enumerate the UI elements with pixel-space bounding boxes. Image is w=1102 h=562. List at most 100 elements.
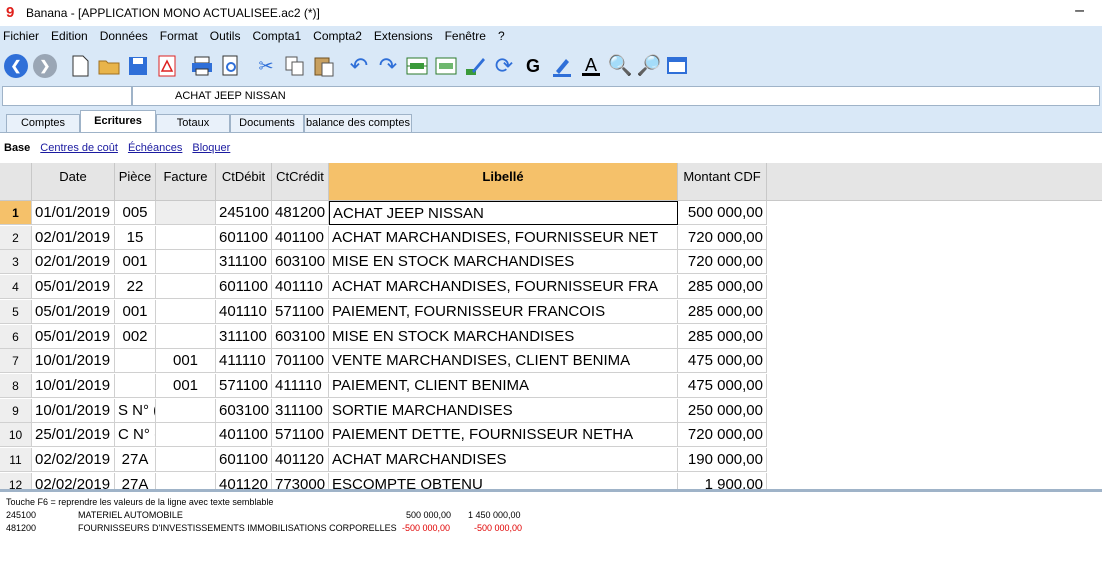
cell-ctcredit[interactable]: 411110	[272, 373, 329, 398]
column-header-libelle[interactable]: Libellé	[329, 163, 678, 201]
paste-icon[interactable]	[312, 54, 336, 78]
column-header-date[interactable]: Date	[32, 163, 115, 201]
window-icon[interactable]	[666, 54, 690, 78]
menu-edition[interactable]: Edition	[51, 29, 88, 43]
cell-facture[interactable]	[156, 225, 216, 250]
bold-icon[interactable]: G	[521, 54, 545, 78]
cell-ctcredit[interactable]: 603100	[272, 250, 329, 275]
cell-ctdebit[interactable]: 603100	[216, 398, 272, 423]
cell-ctdebit[interactable]: 401110	[216, 299, 272, 324]
cell-facture[interactable]: 001	[156, 373, 216, 398]
copy-icon[interactable]	[283, 54, 307, 78]
cell-piece[interactable]: C N° (	[115, 423, 156, 448]
cell-date[interactable]: 02/01/2019	[32, 250, 115, 275]
cell-libelle[interactable]: PAIEMENT DETTE, FOURNISSEUR NETHA	[329, 423, 678, 448]
cell-piece[interactable]: 27A	[115, 472, 156, 489]
cell-libelle[interactable]: ACHAT MARCHANDISES, FOURNISSEUR NET	[329, 225, 678, 250]
view-centres-de-cout[interactable]: Centres de coût	[40, 142, 118, 154]
cell-piece[interactable]	[115, 373, 156, 398]
cell-facture[interactable]	[156, 299, 216, 324]
table-row[interactable]: 7 10/01/2019 001 411110 701100 VENTE MARCHAND…	[0, 349, 767, 374]
table-row[interactable]: 2 02/01/2019 15 601100 401100 ACHAT MARCHANDI…	[0, 225, 767, 250]
cell-libelle[interactable]: ACHAT MARCHANDISES	[329, 448, 678, 472]
cell-montant[interactable]: 720 000,00	[678, 423, 767, 448]
cell-date[interactable]: 01/01/2019	[32, 201, 115, 225]
cell-date[interactable]: 02/01/2019	[32, 225, 115, 250]
pdf-icon[interactable]	[155, 54, 179, 78]
cell-ctcredit[interactable]: 401120	[272, 448, 329, 472]
table-row[interactable]: 9 10/01/2019 S N° (603100 311100 SORTIE MARC…	[0, 398, 767, 423]
cell-piece[interactable]: 005	[115, 201, 156, 225]
cell-date[interactable]: 25/01/2019	[32, 423, 115, 448]
font-color-icon[interactable]: A	[579, 54, 603, 78]
cell-ctcredit[interactable]: 773000	[272, 472, 329, 489]
cell-piece[interactable]: 001	[115, 299, 156, 324]
cell-ctdebit[interactable]: 601100	[216, 275, 272, 300]
column-header-facture[interactable]: Facture	[156, 163, 216, 201]
cell-piece[interactable]	[115, 349, 156, 374]
cell-ctdebit[interactable]: 601100	[216, 225, 272, 250]
undo-icon[interactable]: ↶	[347, 54, 371, 78]
cell-montant[interactable]: 285 000,00	[678, 275, 767, 300]
cell-ctdebit[interactable]: 411110	[216, 349, 272, 374]
cell-piece[interactable]: 001	[115, 250, 156, 275]
cell-ctcredit[interactable]: 603100	[272, 324, 329, 349]
cell-facture[interactable]	[156, 250, 216, 275]
cell-libelle[interactable]: MISE EN STOCK MARCHANDISES	[329, 324, 678, 349]
menu-donnees[interactable]: Données	[100, 29, 148, 43]
cell-montant[interactable]: 500 000,00	[678, 201, 767, 225]
menu-help[interactable]: ?	[498, 29, 505, 43]
cell-libelle[interactable]: MISE EN STOCK MARCHANDISES	[329, 250, 678, 275]
cell-ctdebit[interactable]: 401120	[216, 472, 272, 489]
delete-row-icon[interactable]	[434, 54, 458, 78]
cell-ctcredit[interactable]: 311100	[272, 398, 329, 423]
cell-facture[interactable]	[156, 472, 216, 489]
tab-balance-des-comptes[interactable]: balance des comptes	[304, 114, 412, 132]
cell-ctdebit[interactable]: 245100	[216, 201, 272, 225]
menu-fichier[interactable]: Fichier	[3, 29, 39, 43]
new-file-icon[interactable]	[68, 54, 92, 78]
cell-ctdebit[interactable]: 311100	[216, 250, 272, 275]
cell-ctcredit[interactable]: 481200	[272, 201, 329, 225]
highlight-icon[interactable]	[550, 54, 574, 78]
open-folder-icon[interactable]	[97, 54, 121, 78]
menu-outils[interactable]: Outils	[210, 29, 241, 43]
cell-value-field[interactable]: ACHAT JEEP NISSAN	[132, 86, 1100, 106]
tab-documents[interactable]: Documents	[230, 114, 304, 132]
tab-comptes[interactable]: Comptes	[6, 114, 80, 132]
cell-libelle[interactable]: PAIEMENT, CLIENT BENIMA	[329, 373, 678, 398]
cell-ctcredit[interactable]: 401110	[272, 275, 329, 300]
menu-fenetre[interactable]: Fenêtre	[445, 29, 486, 43]
view-echeances[interactable]: Échéances	[128, 142, 182, 154]
cell-date[interactable]: 10/01/2019	[32, 373, 115, 398]
minimize-button[interactable]: –	[1075, 2, 1084, 20]
table-row[interactable]: 3 02/01/2019 001 311100 603100 MISE EN STOCK …	[0, 250, 767, 275]
view-base[interactable]: Base	[4, 142, 30, 154]
refresh-icon[interactable]: ⟳	[492, 54, 516, 78]
cell-montant[interactable]: 250 000,00	[678, 398, 767, 423]
cell-montant[interactable]: 475 000,00	[678, 349, 767, 374]
cell-ctcredit[interactable]: 401100	[272, 225, 329, 250]
menu-extensions[interactable]: Extensions	[374, 29, 433, 43]
cell-date[interactable]: 05/01/2019	[32, 299, 115, 324]
table-row[interactable]: 8 10/01/2019 001 571100 411110 PAIEMENT, CLIE…	[0, 373, 767, 398]
column-header-ctdebit[interactable]: CtDébit	[216, 163, 272, 201]
cell-piece[interactable]: 15	[115, 225, 156, 250]
cell-piece[interactable]: S N° (	[115, 398, 156, 423]
menu-compta1[interactable]: Compta1	[252, 29, 301, 43]
redo-icon[interactable]: ↷	[376, 54, 400, 78]
print-icon[interactable]	[190, 54, 214, 78]
cell-piece[interactable]: 22	[115, 275, 156, 300]
column-header-ctcredit[interactable]: CtCrédit	[272, 163, 329, 201]
cell-date[interactable]: 02/02/2019	[32, 448, 115, 472]
cell-facture[interactable]	[156, 448, 216, 472]
cell-libelle[interactable]: ESCOMPTE OBTENU	[329, 472, 678, 489]
cell-montant[interactable]: 285 000,00	[678, 299, 767, 324]
cell-facture[interactable]	[156, 201, 216, 225]
table-row[interactable]: 5 05/01/2019 001 401110 571100 PAIEMENT, FOUR…	[0, 299, 767, 324]
table-row[interactable]: 12 02/02/2019 27A 401120 773000 ESCOMPTE OBTE…	[0, 472, 767, 489]
cell-ctdebit[interactable]: 601100	[216, 448, 272, 472]
column-header-montant[interactable]: Montant CDF	[678, 163, 767, 201]
cell-ctcredit[interactable]: 571100	[272, 299, 329, 324]
tab-ecritures[interactable]: Ecritures	[80, 110, 156, 132]
